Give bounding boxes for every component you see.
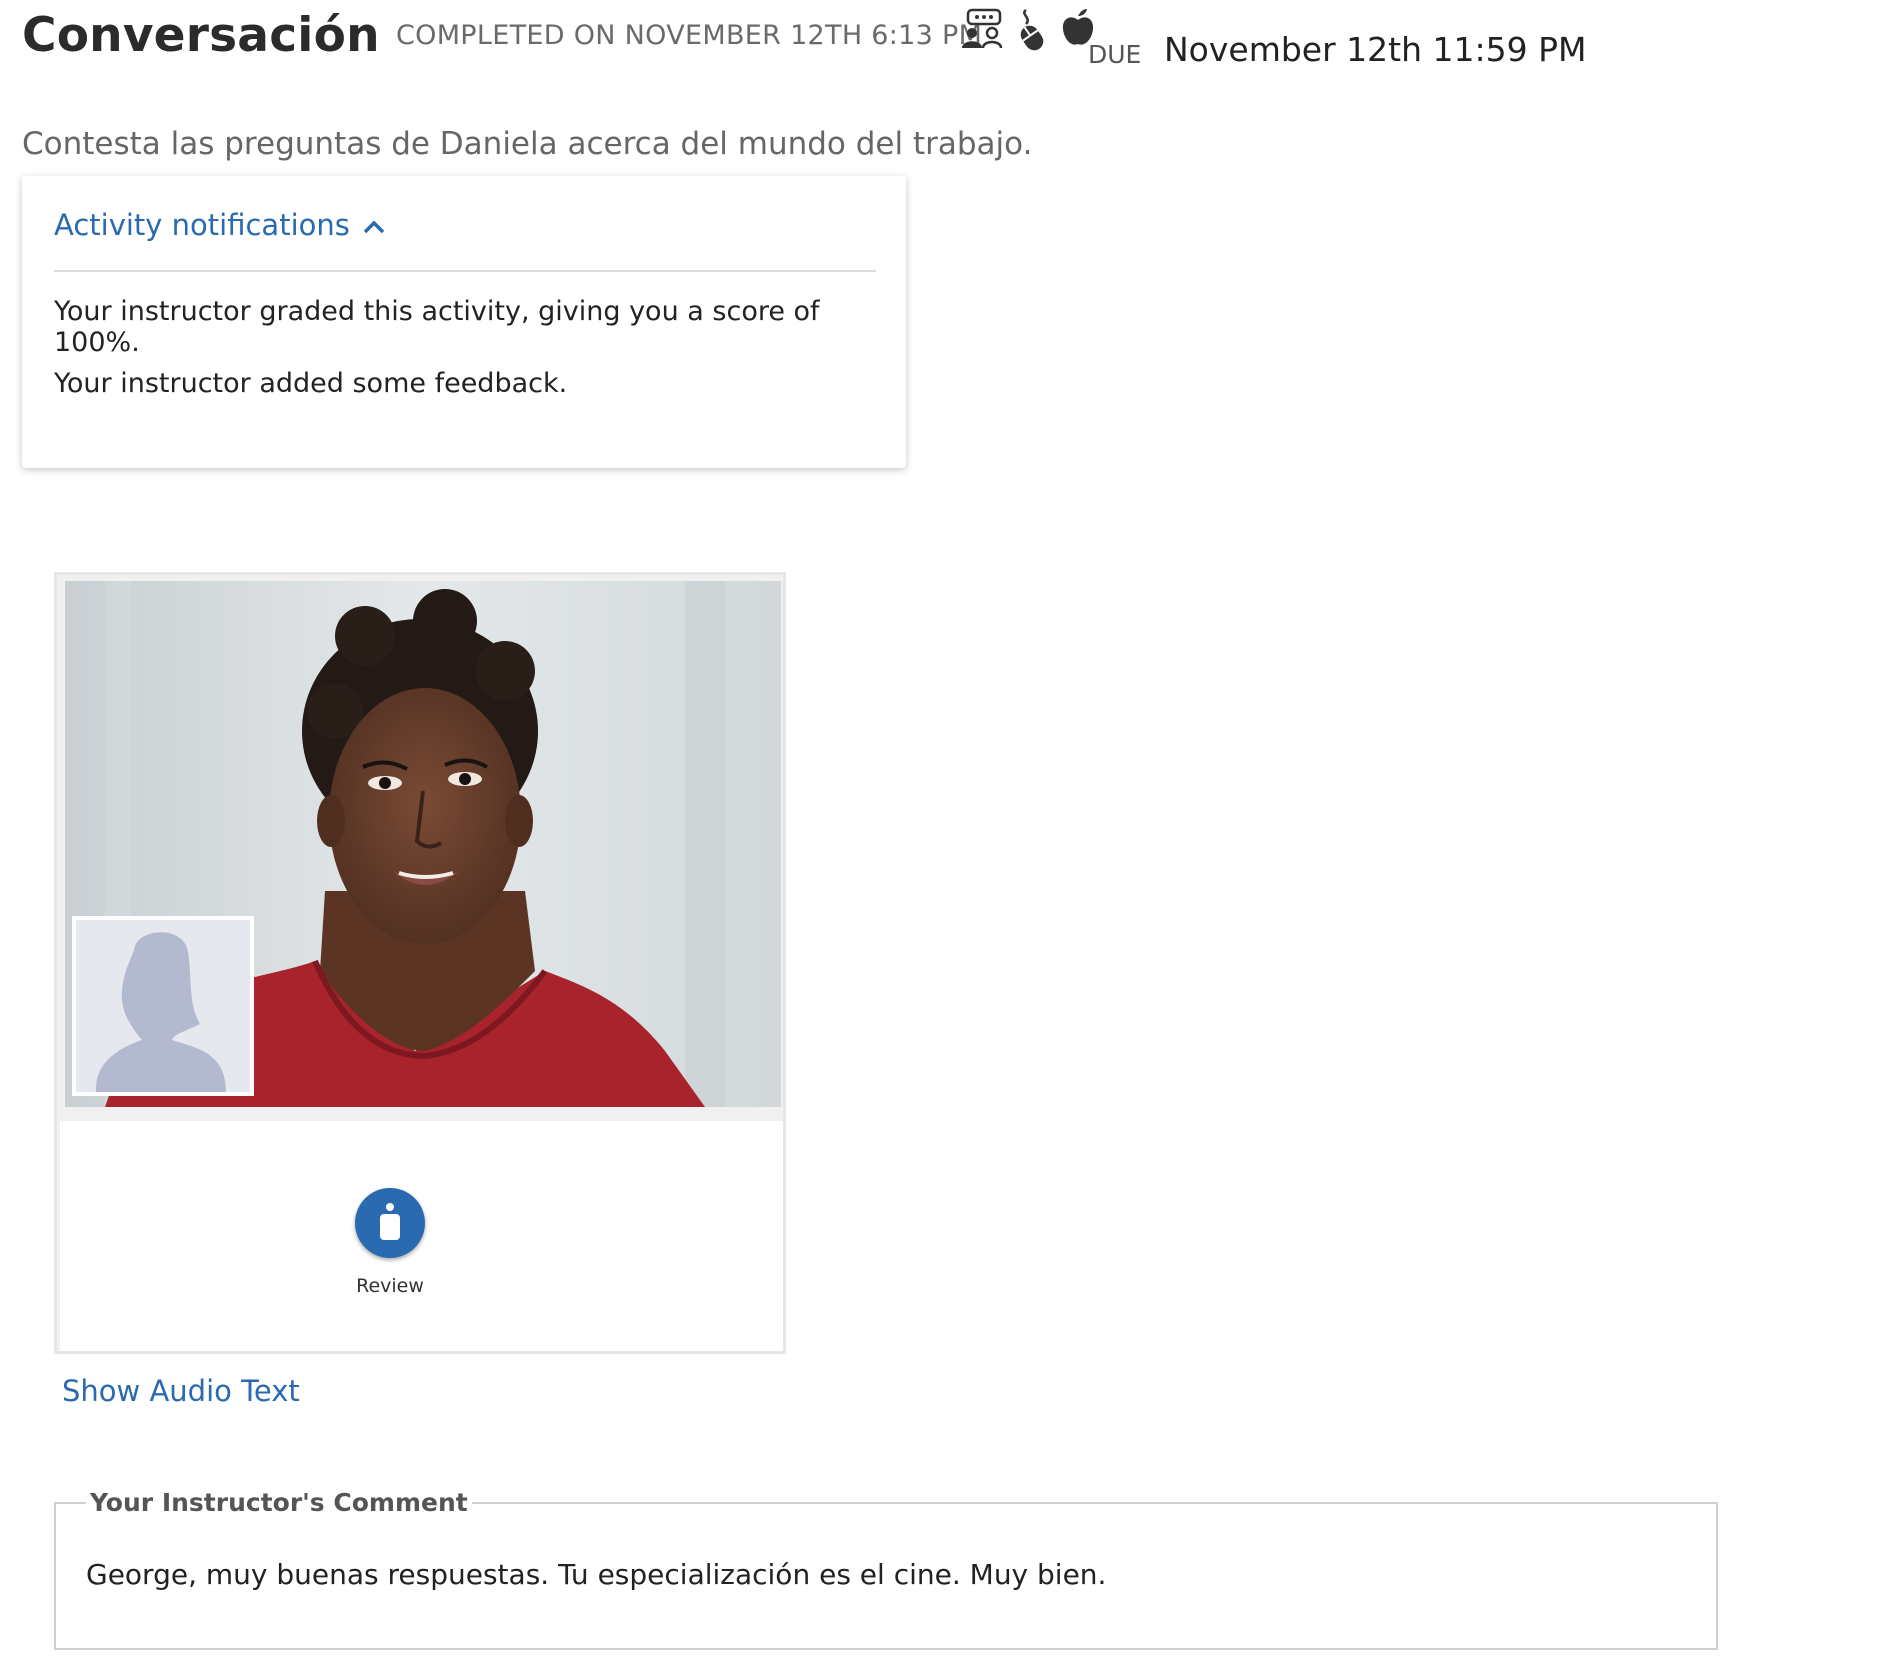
notifications-divider [54, 270, 876, 272]
conversation-group-icon [960, 8, 1004, 50]
show-audio-text-link[interactable]: Show Audio Text [62, 1374, 300, 1408]
microphone-icon [376, 1201, 404, 1245]
activity-page: Conversación COMPLETED ON NOVEMBER 12TH … [0, 0, 1904, 1656]
mouse-click-icon [1016, 8, 1048, 52]
playback-controls: Review [60, 1121, 783, 1351]
chevron-up-icon [362, 208, 386, 242]
review-button[interactable] [355, 1188, 425, 1258]
due-label: DUE [1088, 40, 1142, 69]
activity-notifications-toggle[interactable]: Activity notifications [54, 208, 386, 242]
notification-item: Your instructor graded this activity, gi… [54, 296, 820, 358]
user-thumbnail [72, 916, 254, 1096]
activity-notifications-label: Activity notifications [54, 208, 350, 242]
activity-notifications-card: Activity notifications Your instructor g… [22, 176, 906, 468]
due-date: November 12th 11:59 PM [1164, 30, 1587, 69]
page-title: Conversación [22, 8, 380, 63]
activity-instructions: Contesta las preguntas de Daniela acerca… [22, 126, 1033, 162]
instructor-comment-text: George, muy buenas respuestas. Tu especi… [86, 1558, 1107, 1591]
user-silhouette-icon [76, 920, 250, 1092]
instructor-comment-legend: Your Instructor's Comment [86, 1488, 472, 1517]
instructor-comment: Your Instructor's Comment George, muy bu… [54, 1488, 1718, 1650]
review-label: Review [356, 1275, 424, 1297]
activity-type-icons [960, 8, 1096, 52]
notification-item: Your instructor added some feedback. [54, 368, 568, 399]
completed-status: COMPLETED ON NOVEMBER 12TH 6:13 PM [396, 20, 983, 51]
